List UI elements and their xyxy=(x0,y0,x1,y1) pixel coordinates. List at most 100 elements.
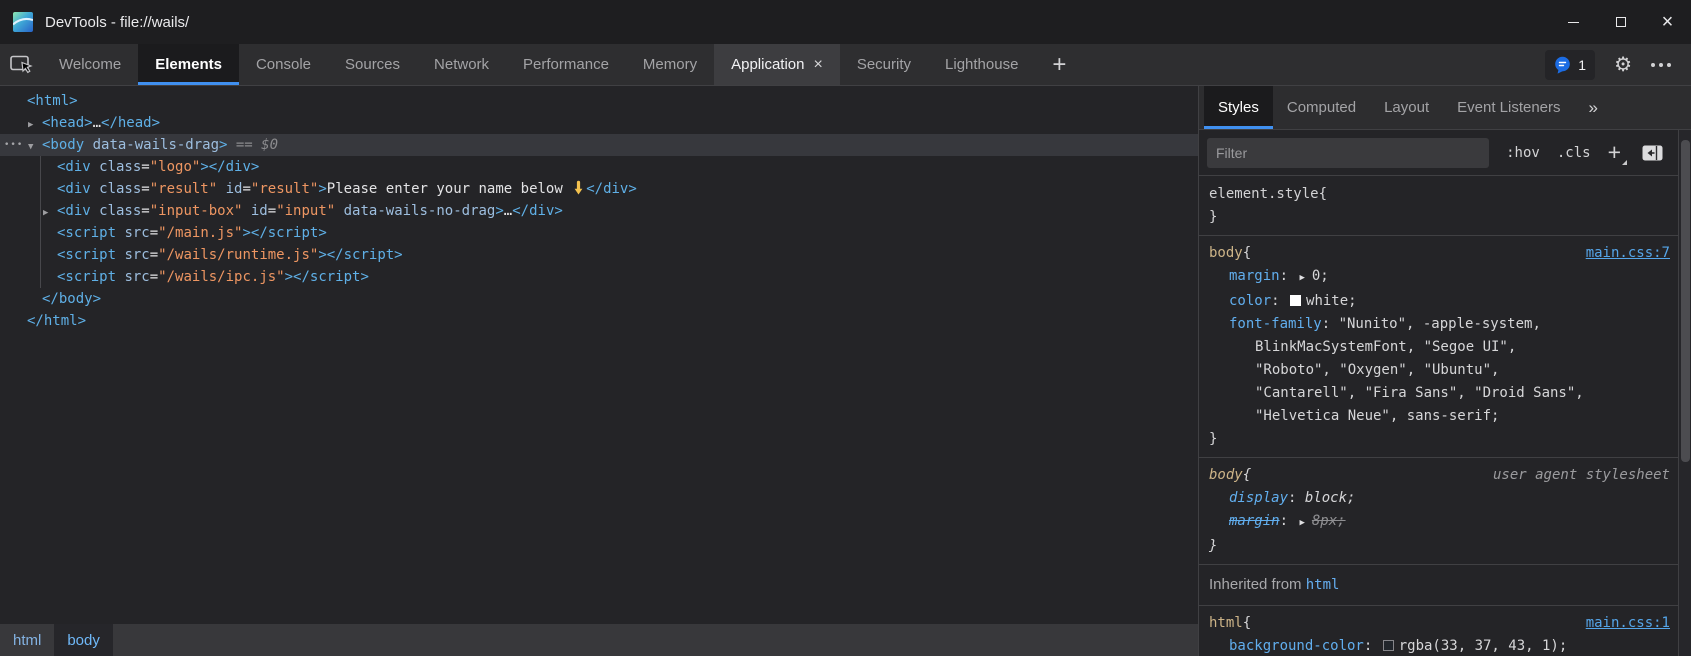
breadcrumb-item-html[interactable]: html xyxy=(0,624,54,656)
title-bar: DevTools - file://wails/ × xyxy=(0,0,1691,44)
elements-panel: <html>▶<head>…</head>•••▼<body data-wail… xyxy=(0,86,1199,656)
attribute-name-token: class xyxy=(91,203,142,219)
minimize-icon xyxy=(1568,22,1579,23)
tab-welcome[interactable]: Welcome xyxy=(42,44,138,85)
expand-arrow-icon[interactable]: ▶ xyxy=(43,202,57,224)
tab-label: Lighthouse xyxy=(945,56,1018,73)
css-property[interactable]: background-color: rgba(33, 37, 43, 1); xyxy=(1199,635,1678,656)
expand-arrow-icon[interactable]: ▶ xyxy=(28,114,42,136)
styles-pane: element.style {} body {main.css:7margin: … xyxy=(1199,177,1678,656)
color-swatch[interactable] xyxy=(1290,295,1301,306)
tree-node[interactable]: <script src="/wails/runtime.js"></script… xyxy=(0,244,1198,266)
attribute-name-token: src xyxy=(116,247,150,263)
expand-shorthand-icon[interactable]: ▶ xyxy=(1299,512,1304,535)
tag-token: </html> xyxy=(27,313,86,329)
text-token: = xyxy=(242,181,250,197)
issues-counter[interactable]: 1 xyxy=(1545,50,1595,80)
tree-node[interactable]: </html> xyxy=(0,310,1198,332)
open-brace: { xyxy=(1319,183,1327,206)
tree-node[interactable]: <div class="logo"></div> xyxy=(0,156,1198,178)
property-value: 8px; xyxy=(1312,513,1346,529)
tag-token: <div xyxy=(57,203,91,219)
stylesheet-link[interactable]: main.css:1 xyxy=(1586,612,1670,635)
rule-selector[interactable]: html {main.css:1 xyxy=(1199,612,1678,635)
property-name: display xyxy=(1229,490,1288,506)
css-property[interactable]: margin: ▶0; xyxy=(1199,265,1678,290)
stylesheet-link[interactable]: main.css:7 xyxy=(1586,242,1670,265)
scrollbar-thumb[interactable] xyxy=(1681,140,1690,462)
css-property[interactable]: color: white; xyxy=(1199,290,1678,313)
selector-text: html xyxy=(1209,612,1243,635)
property-value-wrap: BlinkMacSystemFont, "Segoe UI", xyxy=(1229,336,1670,359)
rule-selector[interactable]: body {user agent stylesheet xyxy=(1199,464,1678,487)
close-button[interactable]: × xyxy=(1644,0,1691,44)
tab-lighthouse[interactable]: Lighthouse xyxy=(928,44,1035,85)
expand-shorthand-icon[interactable]: ▶ xyxy=(1299,267,1304,290)
settings-gear-icon[interactable]: ⚙ xyxy=(1614,55,1632,75)
more-sidebar-tabs-icon[interactable]: » xyxy=(1589,86,1598,129)
tab-console[interactable]: Console xyxy=(239,44,328,85)
attribute-value-token: "input-box" xyxy=(150,203,243,219)
tab-memory[interactable]: Memory xyxy=(626,44,714,85)
tab-label: Console xyxy=(256,56,311,73)
tab-styles[interactable]: Styles xyxy=(1204,86,1273,129)
tab-performance[interactable]: Performance xyxy=(506,44,626,85)
styles-filter-input[interactable] xyxy=(1207,138,1489,168)
tab-computed[interactable]: Computed xyxy=(1273,86,1370,129)
open-brace: { xyxy=(1243,464,1251,487)
close-tab-icon[interactable]: × xyxy=(813,56,822,74)
tag-token: <script xyxy=(57,269,116,285)
property-value: "Nunito", -apple-system, xyxy=(1339,316,1541,332)
tree-node[interactable]: <html> xyxy=(0,90,1198,112)
collapse-arrow-icon[interactable]: ▼ xyxy=(28,136,42,158)
issues-icon xyxy=(1554,56,1571,74)
property-value: rgba(33, 37, 43, 1); xyxy=(1399,638,1568,654)
tag-token: > xyxy=(318,181,326,197)
tab-label: Sources xyxy=(345,56,400,73)
text-token: = xyxy=(268,203,276,219)
tab-application[interactable]: Application× xyxy=(714,44,840,85)
pseudo-state-toggle[interactable]: :hov xyxy=(1506,145,1540,161)
tab-label: Network xyxy=(434,56,489,73)
rule-selector[interactable]: element.style { xyxy=(1199,183,1678,206)
text-token: Please enter your name below xyxy=(327,181,571,197)
toggle-computed-sidebar-icon[interactable] xyxy=(1642,145,1663,161)
tab-event-listeners[interactable]: Event Listeners xyxy=(1443,86,1574,129)
tree-node[interactable]: <script src="/wails/ipc.js"></script> xyxy=(0,266,1198,288)
tree-node[interactable]: ▶<head>…</head> xyxy=(0,112,1198,134)
tab-elements[interactable]: Elements xyxy=(138,44,239,85)
tab-sources[interactable]: Sources xyxy=(328,44,417,85)
property-value-wrap: "Helvetica Neue", sans-serif; xyxy=(1229,405,1670,428)
maximize-button[interactable] xyxy=(1597,0,1644,44)
inspect-element-button[interactable] xyxy=(0,44,42,85)
tag-token: ></script> xyxy=(242,225,326,241)
inherited-element-link[interactable]: html xyxy=(1306,577,1340,593)
css-property[interactable]: margin: ▶8px; xyxy=(1199,510,1678,535)
tree-node[interactable]: <script src="/main.js"></script> xyxy=(0,222,1198,244)
tree-node[interactable]: ▶<div class="input-box" id="input" data-… xyxy=(0,200,1198,222)
more-options-icon[interactable] xyxy=(1651,63,1671,67)
tag-token: <script xyxy=(57,225,116,241)
styles-sidebar: StylesComputedLayoutEvent Listeners » :ho… xyxy=(1199,86,1691,656)
css-property[interactable]: font-family: "Nunito", -apple-system,Bli… xyxy=(1199,313,1678,428)
tab-security[interactable]: Security xyxy=(840,44,928,85)
tag-token: <head> xyxy=(42,115,93,131)
tree-node[interactable]: •••▼<body data-wails-drag> == $0 xyxy=(0,134,1198,156)
tree-node[interactable]: <div class="result" id="result">Please e… xyxy=(0,178,1198,200)
node-menu-dots[interactable]: ••• xyxy=(4,134,23,156)
attribute-value-token: "result" xyxy=(251,181,318,197)
property-value: white; xyxy=(1306,293,1357,309)
rule-selector[interactable]: body {main.css:7 xyxy=(1199,242,1678,265)
minimize-button[interactable] xyxy=(1550,0,1597,44)
text-token: = xyxy=(150,247,158,263)
tab-network[interactable]: Network xyxy=(417,44,506,85)
color-swatch[interactable] xyxy=(1383,640,1394,651)
css-rule: element.style {} xyxy=(1199,177,1678,236)
more-tools-button[interactable]: + xyxy=(1035,44,1083,85)
tree-node[interactable]: </body> xyxy=(0,288,1198,310)
css-property[interactable]: display: block; xyxy=(1199,487,1678,510)
element-classes-toggle[interactable]: .cls xyxy=(1557,145,1591,161)
tab-layout[interactable]: Layout xyxy=(1370,86,1443,129)
breadcrumb-item-body[interactable]: body xyxy=(54,624,113,656)
new-style-rule-button[interactable]: + xyxy=(1608,141,1625,164)
